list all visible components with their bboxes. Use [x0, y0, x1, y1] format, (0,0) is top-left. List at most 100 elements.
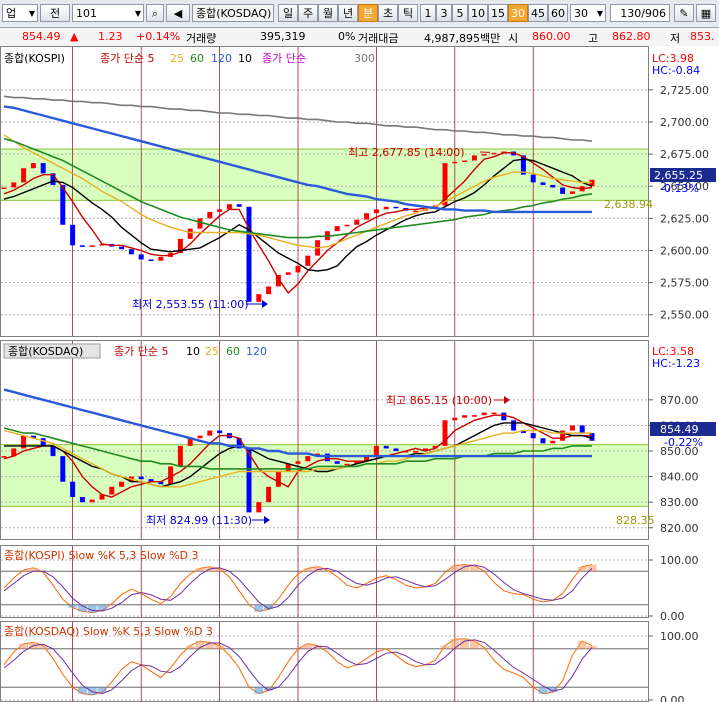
kosdaq-envelope-label: 828.35 — [616, 514, 655, 527]
stoch-kosdaq-legend: 종합(KOSDAQ) Slow %K 5,3 Slow %D 3 — [4, 625, 213, 638]
chevron-down-icon: ▼ — [28, 9, 35, 18]
interval-3-button[interactable]: 3 — [436, 4, 452, 22]
kospi-candle — [334, 226, 340, 232]
kosdaq-candle — [383, 445, 389, 449]
kospi-candle — [540, 182, 546, 185]
kospi-envelope-label: 2,638.94 — [604, 198, 653, 211]
kospi-candle — [481, 154, 487, 156]
kosdaq-candle — [452, 417, 458, 421]
interval-30-button[interactable]: 30 — [508, 4, 528, 22]
kospi-candle — [364, 213, 370, 220]
period-day-button[interactable]: 일 — [278, 4, 298, 22]
interval-input[interactable]: 30 ▼ — [570, 4, 606, 22]
kosdaq-candle — [1, 456, 7, 458]
low-value: 853. — [690, 30, 715, 43]
interval-1-button[interactable]: 1 — [420, 4, 436, 22]
amount-value: 4,987,895백만 — [424, 32, 501, 45]
range-button[interactable]: 전 — [40, 4, 70, 22]
interval-45-button[interactable]: 45 — [528, 4, 548, 22]
period-minute-button[interactable]: 분 — [358, 4, 378, 22]
kospi-tick-label: 2,575.00 — [660, 277, 709, 290]
kosdaq-candle — [266, 486, 272, 503]
kospi-candle — [452, 161, 458, 164]
period-year-button[interactable]: 년 — [338, 4, 358, 22]
kospi-candle — [21, 168, 27, 183]
period-year-label: 년 — [342, 7, 354, 20]
kospi-candle — [11, 182, 17, 188]
kospi-candle — [491, 152, 497, 155]
kosdaq-candle — [40, 438, 46, 446]
kosdaq-candle — [579, 425, 585, 434]
kospi-candle — [383, 206, 389, 210]
kospi-legend-5: 10 — [238, 52, 252, 65]
kosdaq-candle — [217, 430, 223, 434]
kosdaq-candle — [119, 481, 125, 487]
volume-value: 395,319 — [260, 30, 306, 43]
kospi-envelope-band — [1, 148, 648, 201]
kosdaq-candle — [207, 430, 213, 436]
market-select[interactable]: 업 ▼ — [2, 4, 38, 22]
period-month-label: 월 — [322, 7, 334, 20]
code-input[interactable]: 101 ▼ — [72, 4, 144, 22]
kosdaq-candle — [197, 435, 203, 439]
kospi-candle — [354, 219, 360, 225]
kospi-tick-label: 2,675.00 — [660, 148, 709, 161]
speaker-icon: ◀ — [173, 7, 183, 20]
kospi-high-annotation: 최고 2,677.85 (14:00) — [348, 146, 465, 159]
kospi-legend-6: 종가 단순 — [262, 52, 306, 65]
wrench-icon: ✎ — [679, 7, 689, 20]
kosdaq-candle — [256, 502, 262, 513]
tools-button[interactable]: ✎ — [674, 4, 694, 22]
stoch-kospi-tick-label: 100.00 — [660, 554, 699, 567]
kospi-candle — [226, 204, 232, 210]
interval-10-button[interactable]: 10 — [468, 4, 488, 22]
interval-10-label: 10 — [471, 7, 485, 20]
kosdaq-candle — [471, 415, 477, 417]
kosdaq-candle — [540, 438, 546, 444]
kosdaq-candle — [491, 412, 497, 415]
kosdaq-envelope-band — [1, 444, 648, 507]
kosdaq-candle — [550, 440, 556, 444]
speaker-button[interactable]: ◀ — [166, 4, 190, 22]
kosdaq-candle — [109, 486, 115, 495]
kospi-candle — [550, 184, 556, 188]
kosdaq-tick-label: 870.00 — [660, 394, 699, 407]
kospi-candle — [462, 160, 468, 163]
kosdaq-candle — [530, 433, 536, 439]
settings-button[interactable]: ▦ — [696, 4, 716, 22]
interval-15-button[interactable]: 15 — [488, 4, 508, 22]
search-button[interactable]: ⌕ — [146, 4, 164, 22]
period-week-button[interactable]: 주 — [298, 4, 318, 22]
chevron-down-icon: ▼ — [596, 9, 603, 18]
kospi-candle — [266, 286, 272, 295]
kospi-legend-0: 종합(KOSPI) — [4, 52, 65, 65]
kospi-candle — [128, 249, 134, 255]
kosdaq-candle — [89, 499, 95, 503]
period-month-button[interactable]: 월 — [318, 4, 338, 22]
kosdaq-candle — [324, 453, 330, 462]
kospi-candle — [344, 224, 350, 227]
kospi-candle — [158, 256, 164, 261]
chart-area[interactable]: 2,725.002,700.002,675.002,650.002,625.00… — [0, 46, 719, 702]
kospi-candle — [30, 163, 36, 169]
page-counter: 130/906 — [610, 4, 670, 22]
kosdaq-candle — [344, 463, 350, 466]
kosdaq-candle — [481, 412, 487, 416]
interval-5-button[interactable]: 5 — [452, 4, 468, 22]
toolbar: 업 ▼ 전 101 ▼ ⌕ ◀ 종합(KOSDAQ) 일 주 월 년 분 초 틱 1… — [0, 0, 719, 28]
period-tick-button[interactable]: 틱 — [398, 4, 418, 22]
interval-1-label: 1 — [424, 7, 432, 20]
period-day-label: 일 — [282, 7, 294, 20]
interval-5-label: 5 — [456, 7, 464, 20]
kospi-candle — [138, 254, 144, 260]
kospi-candle — [246, 206, 252, 302]
stoch-kospi-legend: 종합(KOSPI) Slow %K 5,3 Slow %D 3 — [4, 549, 199, 562]
kospi-hc: HC:-0.84 — [652, 64, 700, 77]
kosdaq-legend-5: 120 — [246, 345, 267, 358]
kosdaq-current-price: 854.49 — [660, 423, 699, 436]
interval-60-button[interactable]: 60 — [548, 4, 568, 22]
kospi-tick-label: 2,700.00 — [660, 116, 709, 129]
kospi-candle — [79, 245, 85, 247]
kospi-candle — [217, 209, 223, 212]
period-second-button[interactable]: 초 — [378, 4, 398, 22]
